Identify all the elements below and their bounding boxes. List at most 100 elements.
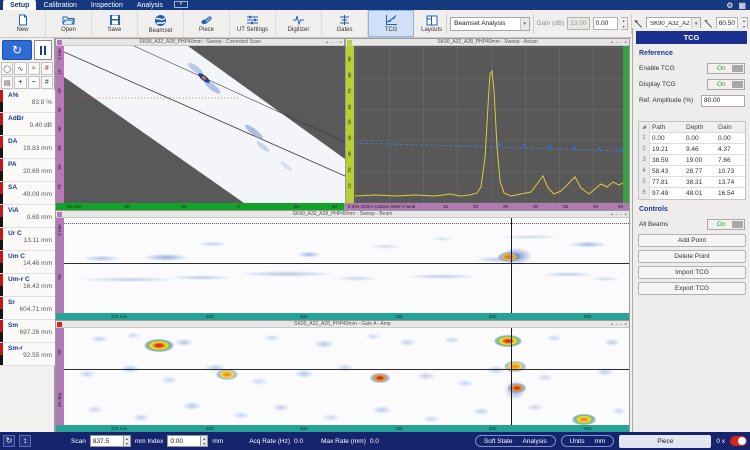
zoom-in-icon[interactable]: + [610,40,613,46]
add-reading-button[interactable]: + [14,76,26,89]
reading-row-pa[interactable]: PA20.69 mm [0,159,55,182]
ref-amplitude-input[interactable]: 80.00 [701,95,745,107]
reading-row-sm[interactable]: Sm697.26 mm [0,320,55,343]
reading-row-sa[interactable]: SA49.09 mm [0,182,55,205]
reading-row-via[interactable]: ViA0.69 mm [0,205,55,228]
reading-row-adbr[interactable]: AdBr0.40 dB [0,113,55,136]
export-tcg-button[interactable]: Export TCG [638,282,746,295]
gear-icon[interactable]: ⚙ [726,1,733,10]
smoothing-tool-button[interactable]: ≈ [28,62,40,75]
export-tcg-label: Export TCG [675,285,709,292]
remove-reading-button[interactable]: − [28,76,40,89]
zoom-in-icon[interactable]: + [325,40,328,46]
sync-button[interactable]: ↻ [2,40,32,60]
close-icon[interactable]: × [624,40,627,46]
sector-scan-plot[interactable] [64,46,345,203]
soft-state-selector[interactable]: Soft State Analysis [475,435,556,447]
reading-row-a-percent[interactable]: A%83.8 % [0,90,55,113]
column-header-path[interactable]: Path [650,124,684,131]
tcg-table-row[interactable]: 10.000.000.00 [639,133,745,144]
tcg-table-row[interactable]: 577.8138.3113.74 [639,177,745,188]
menu-inspection[interactable]: Inspection [84,0,130,10]
zoom-out-icon[interactable]: − [330,40,333,46]
close-icon[interactable]: × [339,40,342,46]
reading-row-um-c[interactable]: Um C14.46 mm [0,251,55,274]
menu-setup[interactable]: Setup [3,0,36,10]
reading-row-da[interactable]: DA19.83 mm [0,136,55,159]
cscan-scan-cursor[interactable] [511,328,512,425]
bscan-plot[interactable] [64,218,629,313]
zoom-in-icon[interactable]: + [610,212,613,218]
units-selector[interactable]: Units mm [561,435,615,447]
chevron-down-icon[interactable]: ▾ [520,18,529,30]
ut-settings-button[interactable]: UT Settings [230,10,276,37]
refresh-button[interactable]: ↻ [3,435,15,447]
zoom-out-icon[interactable]: − [615,322,618,328]
beamset-analysis-select[interactable]: Beamset Analysis ▾ [450,17,529,31]
pause-button[interactable] [34,40,52,60]
enable-tcg-toggle[interactable]: On [707,63,745,74]
gain-spinner[interactable]: ▴▾ [621,17,628,30]
maximize-icon[interactable]: ▫ [335,40,337,46]
bscan-gate-line[interactable] [64,263,629,264]
reading-row-um-r-c[interactable]: Um-r C16.43 mm [0,274,55,297]
maximize-icon[interactable]: ▫ [620,322,622,328]
zoom-out-icon[interactable]: − [615,40,618,46]
layout-dropdown-icon[interactable]: ▾ [174,1,188,8]
save-button[interactable]: Save [92,10,138,37]
maximize-icon[interactable]: ▫ [620,40,622,46]
tcg-table-row[interactable]: 219.219.464.37 [639,144,745,155]
zoom-out-icon[interactable]: − [615,212,618,218]
layout-grid-icon[interactable]: ▦ [738,1,746,10]
maximize-icon[interactable]: ▫ [620,212,622,218]
spin-down-icon[interactable]: ▾ [621,24,627,30]
reading-row-sm-r[interactable]: Sm-r92.55 mm [0,343,55,366]
index-position-input[interactable]: 0.00 [167,435,201,447]
menu-analysis[interactable]: Analysis [130,0,170,10]
cscan-plot[interactable] [64,328,629,425]
beamset-button[interactable]: Beamset [138,10,184,37]
grid-tool-button[interactable]: # [41,62,53,75]
add-point-button[interactable]: Add Point [638,234,746,247]
reading-row-sr[interactable]: Sr604.71 mm [0,297,55,320]
tcg-button[interactable]: TCG [368,10,414,37]
sort-icon[interactable]: ◢ [639,122,650,133]
acquisition-toggle[interactable] [730,436,747,446]
reading-row-ur-c[interactable]: Ur C13.11 mm [0,228,55,251]
report-button[interactable]: ▤ [1,76,13,89]
tcg-table-header[interactable]: ◢ Path Depth Gain [639,122,745,133]
count-button[interactable]: # [41,76,53,89]
delete-point-button[interactable]: Delete Point [638,250,746,263]
new-button[interactable]: New [0,10,46,37]
spin-down-icon[interactable]: ▾ [201,441,207,446]
gain-input[interactable]: 0.00 [593,17,618,30]
tcg-table-row[interactable]: 697.4948.0116.54 [639,188,745,199]
scan-spinner[interactable]: ▴▾ [124,435,131,447]
ellipse-tool-button[interactable]: ◯ [1,62,13,75]
gates-button[interactable]: Gates [322,10,368,37]
display-tcg-toggle[interactable]: On [707,79,745,90]
envelope-tool-button[interactable]: ∿ [14,62,26,75]
close-icon[interactable]: × [624,322,627,328]
bscan-scan-cursor[interactable] [511,218,512,313]
spin-down-icon[interactable]: ▾ [124,441,130,446]
close-icon[interactable]: × [624,212,627,218]
column-header-depth[interactable]: Depth [684,124,716,131]
digitizer-button[interactable]: Digitizer [276,10,322,37]
menu-calibration[interactable]: Calibration [36,0,83,10]
scroll-lock-button[interactable]: ↕ [19,435,31,447]
open-button[interactable]: Open [46,10,92,37]
column-header-gain[interactable]: Gain [716,124,745,131]
import-tcg-button[interactable]: Import TCG [638,266,746,279]
layouts-button[interactable]: Layouts [420,10,443,37]
tcg-table-row[interactable]: 458.4328.7710.73 [639,166,745,177]
cscan-index-cursor-line[interactable] [64,369,629,370]
ascan-plot[interactable] [355,46,623,203]
piece-button[interactable]: Piece [184,10,230,37]
all-beams-toggle[interactable]: On [707,219,745,230]
piece-selector[interactable]: Piece [619,435,711,448]
zoom-in-icon[interactable]: + [610,322,613,328]
tcg-table-row[interactable]: 338.5919.007.66 [639,155,745,166]
scan-position-input[interactable]: 837.5 [90,435,124,447]
index-spinner[interactable]: ▴▾ [201,435,208,447]
